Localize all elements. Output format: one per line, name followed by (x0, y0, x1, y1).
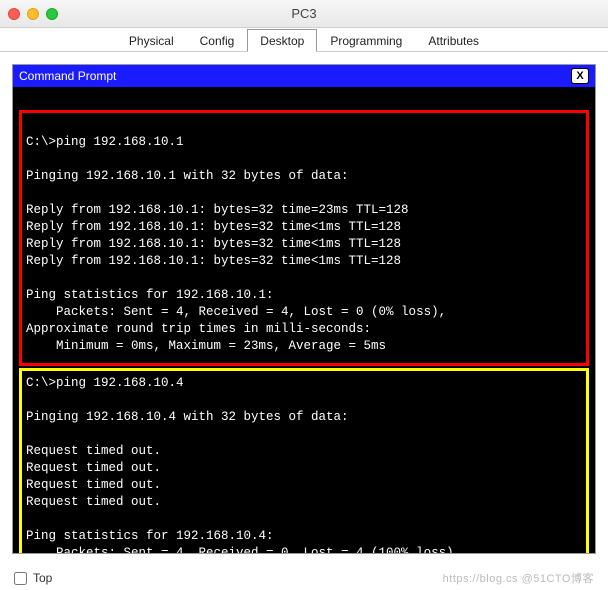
terminal-output[interactable]: C:\>ping 192.168.10.1 Pinging 192.168.10… (13, 87, 595, 553)
tab-bar: Physical Config Desktop Programming Attr… (0, 28, 608, 52)
panel-title: Command Prompt (19, 69, 116, 83)
panel-close-button[interactable]: X (571, 68, 589, 84)
window-title: PC3 (0, 6, 608, 21)
tab-programming[interactable]: Programming (317, 29, 415, 51)
command-prompt-panel: Command Prompt X C:\>ping 192.168.10.1 P… (12, 64, 596, 554)
tab-attributes[interactable]: Attributes (415, 29, 492, 51)
tab-physical[interactable]: Physical (116, 29, 187, 51)
watermark-text: https://blog.cs @51CTO博客 (443, 570, 594, 586)
top-checkbox[interactable] (14, 572, 27, 585)
titlebar: PC3 (0, 0, 608, 28)
panel-header: Command Prompt X (13, 65, 595, 87)
ping-timeout-block: C:\>ping 192.168.10.4 Pinging 192.168.10… (19, 368, 589, 553)
tab-desktop[interactable]: Desktop (247, 29, 317, 52)
footer: Top https://blog.cs @51CTO博客 (0, 566, 608, 590)
tab-config[interactable]: Config (187, 29, 248, 51)
top-label: Top (33, 571, 52, 585)
ping-success-block: C:\>ping 192.168.10.1 Pinging 192.168.10… (19, 110, 589, 366)
content-area: Command Prompt X C:\>ping 192.168.10.1 P… (0, 52, 608, 566)
